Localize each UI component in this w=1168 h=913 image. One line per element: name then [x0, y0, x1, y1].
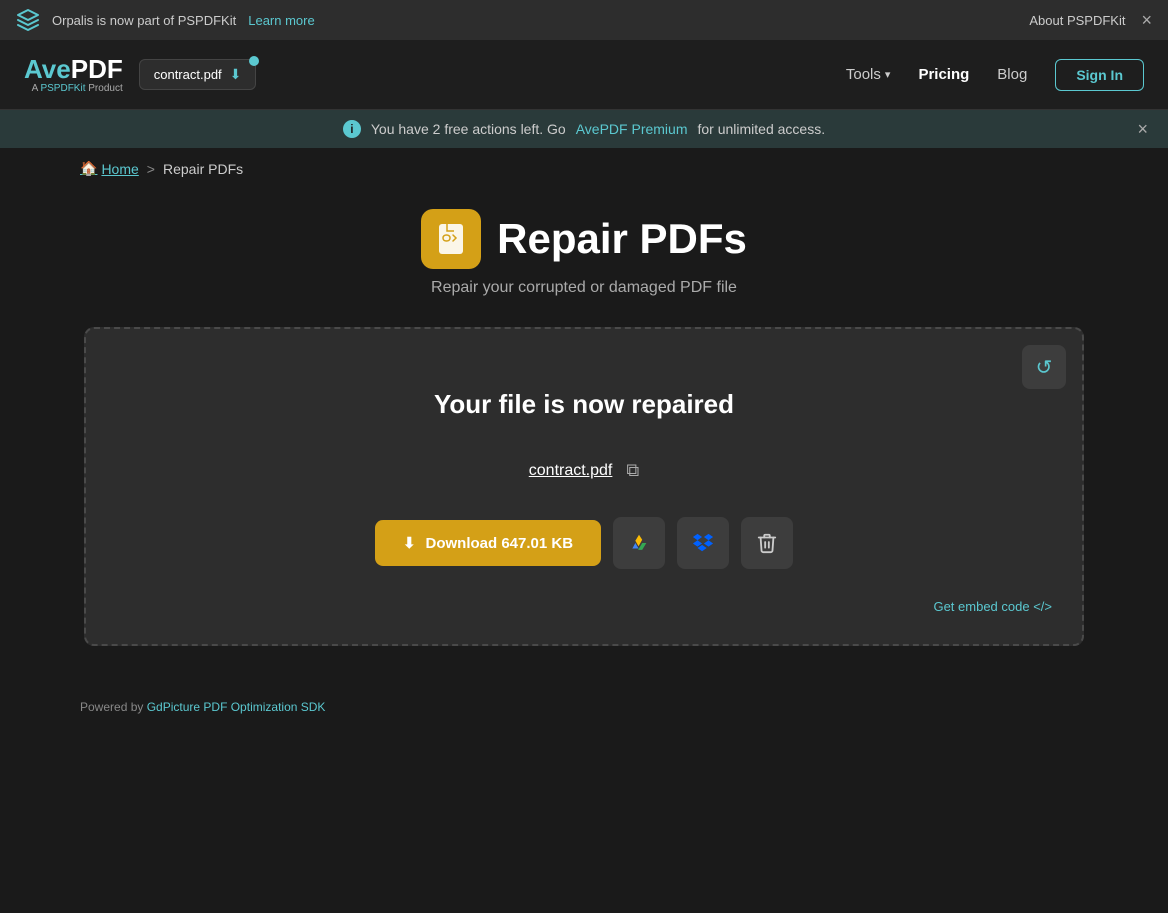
reset-button[interactable]: ↺	[1022, 345, 1066, 389]
header-nav: Tools ▾ Pricing Blog Sign In	[846, 59, 1144, 91]
download-btn-icon: ⬇	[403, 534, 416, 552]
info-message-pre: You have 2 free actions left. Go	[371, 121, 566, 137]
about-pspdkit-link[interactable]: About PSPDFKit	[1029, 13, 1125, 28]
learn-more-link[interactable]: Learn more	[248, 13, 314, 28]
home-icon: 🏠	[80, 160, 97, 177]
dropbox-button[interactable]	[677, 517, 729, 569]
breadcrumb-separator: >	[147, 161, 155, 177]
page-subtitle: Repair your corrupted or damaged PDF fil…	[431, 279, 737, 297]
nav-tools[interactable]: Tools ▾	[846, 66, 891, 83]
logo[interactable]: AvePDF A PSPDFKit Product	[24, 55, 123, 95]
file-badge-dot	[249, 56, 259, 66]
embed-code-label: Get embed code </>	[933, 599, 1052, 614]
tool-icon	[421, 209, 481, 269]
logo-tagline: A PSPDFKit Product	[24, 83, 123, 94]
result-filename[interactable]: contract.pdf	[529, 462, 613, 480]
chevron-down-icon: ▾	[885, 68, 891, 81]
footer-prefix: Powered by	[80, 700, 147, 714]
banner-close-icon[interactable]: ×	[1137, 119, 1148, 140]
breadcrumb: 🏠 Home > Repair PDFs	[0, 148, 1168, 189]
repair-pdf-icon	[433, 221, 469, 257]
info-banner: i You have 2 free actions left. Go AvePD…	[0, 110, 1168, 148]
footer-sdk-link[interactable]: GdPicture PDF Optimization SDK	[147, 700, 326, 714]
page-title-area: Repair PDFs Repair your corrupted or dam…	[421, 209, 747, 297]
delete-button[interactable]	[741, 517, 793, 569]
download-btn-label: Download 647.01 KB	[426, 535, 574, 552]
main-content: Repair PDFs Repair your corrupted or dam…	[0, 189, 1168, 686]
footer: Powered by GdPicture PDF Optimization SD…	[0, 686, 1168, 728]
announcement-close-icon[interactable]: ×	[1141, 10, 1152, 31]
dropbox-icon	[692, 532, 714, 554]
result-card: ↺ Your file is now repaired contract.pdf…	[84, 327, 1084, 646]
result-title: Your file is now repaired	[434, 389, 734, 420]
nav-pricing[interactable]: Pricing	[918, 66, 969, 83]
download-icon: ⬇	[230, 66, 242, 83]
google-drive-icon	[628, 532, 650, 554]
logo-pdf: PDF	[71, 54, 123, 84]
premium-link[interactable]: AvePDF Premium	[576, 121, 688, 137]
file-result-row: contract.pdf ⧉	[529, 460, 639, 481]
embed-code-link[interactable]: Get embed code </>	[933, 599, 1052, 614]
info-message-post: for unlimited access.	[698, 121, 826, 137]
info-icon: i	[343, 120, 361, 138]
home-breadcrumb-link[interactable]: 🏠 Home	[80, 160, 139, 177]
header: AvePDF A PSPDFKit Product contract.pdf ⬇…	[0, 40, 1168, 110]
logo-ave: Ave	[24, 54, 71, 84]
breadcrumb-current: Repair PDFs	[163, 161, 243, 177]
announcement-text: Orpalis is now part of PSPDFKit	[52, 13, 236, 28]
file-badge[interactable]: contract.pdf ⬇	[139, 59, 257, 90]
trash-icon	[756, 532, 778, 554]
nav-blog[interactable]: Blog	[997, 66, 1027, 83]
reset-icon: ↺	[1036, 355, 1053, 380]
file-badge-name: contract.pdf	[154, 67, 222, 82]
pspdkit-logo-icon	[16, 8, 40, 32]
external-link-icon[interactable]: ⧉	[626, 460, 639, 481]
announcement-bar: Orpalis is now part of PSPDFKit Learn mo…	[0, 0, 1168, 40]
download-button[interactable]: ⬇ Download 647.01 KB	[375, 520, 601, 566]
google-drive-button[interactable]	[613, 517, 665, 569]
page-title: Repair PDFs	[497, 215, 747, 263]
sign-in-button[interactable]: Sign In	[1055, 59, 1144, 91]
action-row: ⬇ Download 647.01 KB	[375, 517, 793, 569]
